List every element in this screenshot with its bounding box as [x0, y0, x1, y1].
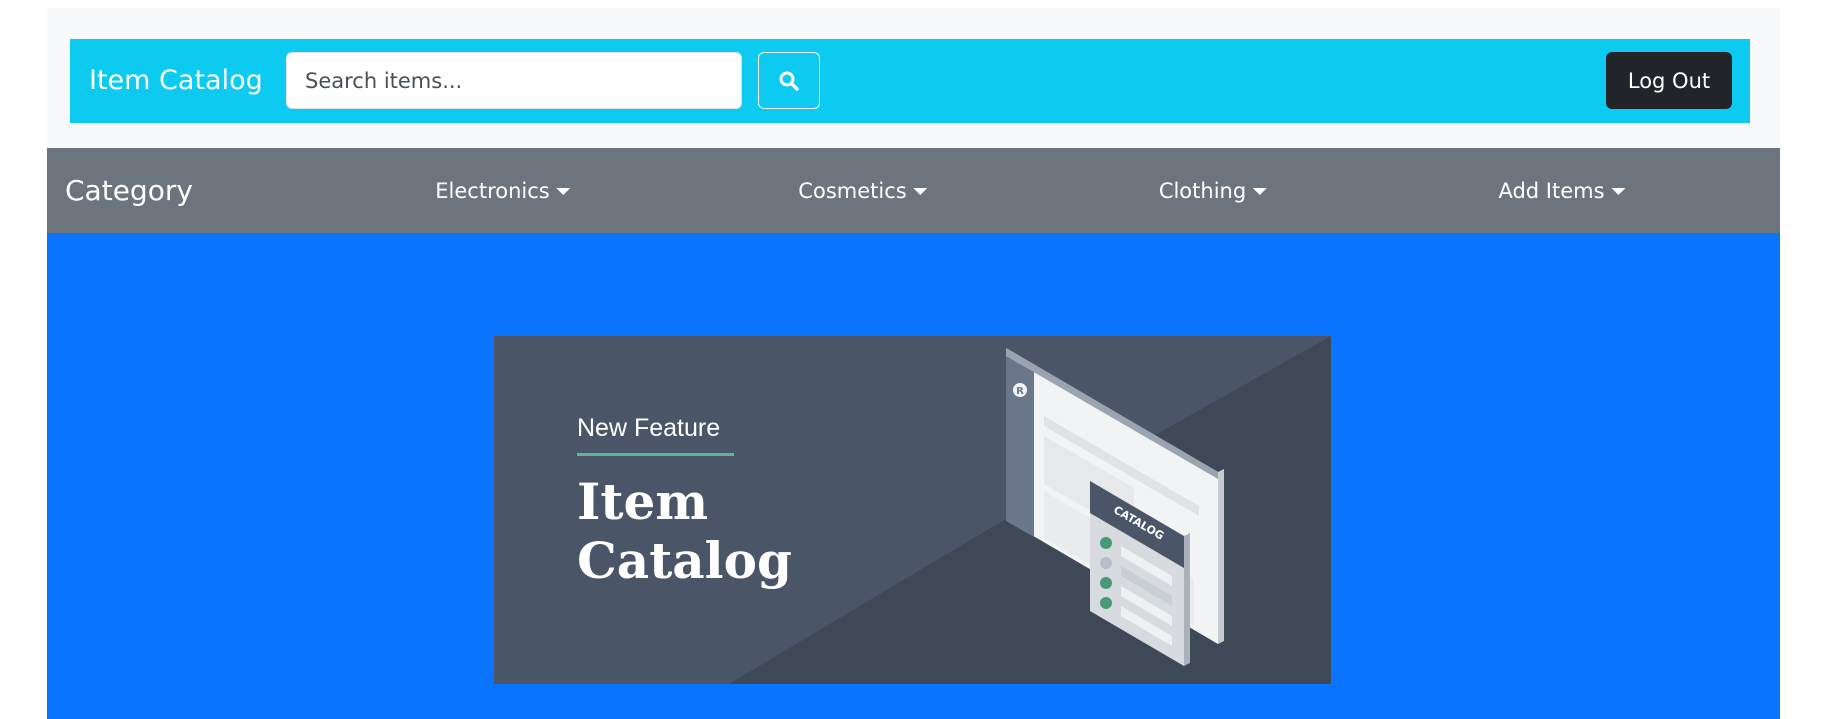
feature-banner: R CATALOG New Feature Item Catalog: [494, 336, 1331, 684]
banner-title-line1: Item: [577, 472, 709, 531]
nav-label-clothing: Clothing: [1158, 178, 1247, 203]
nav-dropdown-clothing[interactable]: Clothing: [1158, 148, 1268, 233]
search-icon: [779, 71, 799, 91]
top-navbar: Item Catalog Log Out: [70, 39, 1750, 123]
caret-down-icon: [1611, 188, 1626, 195]
banner-subtitle: New Feature: [577, 414, 721, 442]
nav-label-electronics: Electronics: [435, 178, 550, 203]
caret-down-icon: [913, 188, 928, 195]
nav-label-add-items: Add Items: [1498, 178, 1605, 203]
category-title: Category: [65, 174, 193, 207]
brand-title[interactable]: Item Catalog: [89, 39, 263, 123]
nav-dropdown-electronics[interactable]: Electronics: [435, 148, 571, 233]
app-badge-letter: R: [1016, 386, 1024, 397]
banner-title: Item Catalog: [577, 472, 792, 590]
nav-dropdown-cosmetics[interactable]: Cosmetics: [798, 148, 928, 233]
page-container: Item Catalog Log Out Category Electronic…: [47, 8, 1780, 719]
search-button[interactable]: [758, 52, 820, 109]
caret-down-icon: [556, 188, 571, 195]
banner-title-line2: Catalog: [577, 531, 792, 590]
banner-accent-rule: [577, 453, 734, 456]
nav-label-cosmetics: Cosmetics: [798, 178, 907, 203]
category-navbar: Category Electronics Cosmetics Clothing …: [47, 148, 1780, 233]
nav-dropdown-add-items[interactable]: Add Items: [1498, 148, 1626, 233]
hero-section: R CATALOG New Feature Item Catalog: [47, 233, 1780, 719]
logout-button[interactable]: Log Out: [1606, 52, 1732, 109]
search-input[interactable]: [286, 52, 742, 109]
caret-down-icon: [1253, 188, 1268, 195]
